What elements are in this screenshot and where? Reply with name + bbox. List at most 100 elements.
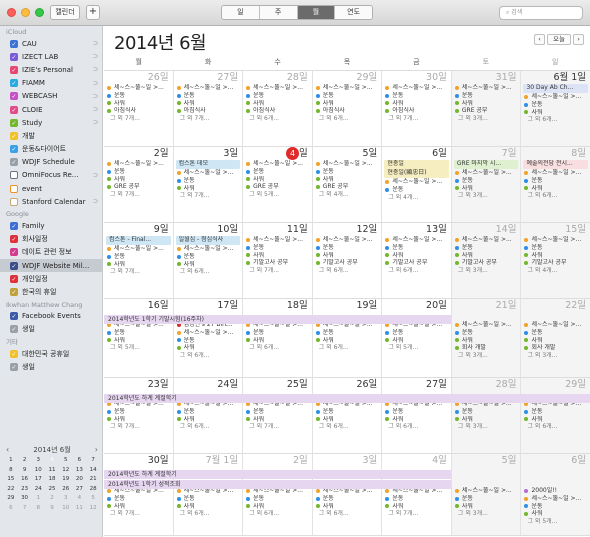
mini-calendar-day[interactable]: 10 <box>31 466 45 476</box>
calendar-event[interactable]: 운동 <box>382 186 451 194</box>
calendar-event[interactable]: 사워 <box>382 416 451 424</box>
calendar-event[interactable]: 사워 <box>452 185 521 193</box>
day-cell[interactable]: 4 일 세~스~뚤~일 >... 운동 사워 GRE 공부 그 외 5개... <box>243 147 313 222</box>
mini-calendar-day[interactable]: 22 <box>4 485 18 495</box>
calendar-event[interactable]: 사워 <box>313 176 382 184</box>
calendar-event[interactable]: 사워 <box>243 176 312 184</box>
calendar-item[interactable]: ✓ 회사일정 <box>0 233 102 246</box>
mini-calendar-day[interactable]: 8 <box>4 466 18 476</box>
calendar-item[interactable]: ✓ Facebook Events <box>0 310 102 323</box>
calendar-checkbox[interactable]: ✓ <box>10 145 18 154</box>
calendar-event[interactable]: 세~스~뚤~일 >... <box>174 329 243 337</box>
calendar-event[interactable]: 세~스~뚤~일 >... <box>174 245 243 253</box>
calendar-event[interactable]: 운동 <box>452 329 521 337</box>
mini-calendar-day[interactable]: 5 <box>86 494 100 504</box>
calendar-event[interactable]: 사워 <box>521 185 590 193</box>
day-cell[interactable]: 3일 컴스톤 데모 세~스~뚤~일 >... 운동 사워 그 외 7개... <box>174 147 244 222</box>
calendar-event[interactable]: 운동 <box>521 177 590 185</box>
more-events-link[interactable]: 그 외 6개... <box>243 115 312 123</box>
calendar-checkbox[interactable]: ✓ <box>10 118 18 127</box>
day-cell[interactable]: 13일 세~스~뚤~일 >... 운동 사워 기말고사 공부 그 외 6개... <box>382 223 452 298</box>
day-cell[interactable]: 15일 세~스~뚤~일 >... 운동 사워 기말고사 공부 그 외 4개... <box>521 223 590 298</box>
calendar-item[interactable]: ✓ 한국의 휴일 <box>0 285 102 298</box>
all-day-event[interactable]: 일월심 - 점심식사 <box>175 236 241 245</box>
all-day-event[interactable]: 30 Day Ab Ch... <box>523 84 589 93</box>
next-month-button[interactable]: › <box>573 34 584 45</box>
more-events-link[interactable]: 그 외 7개... <box>104 115 173 123</box>
calendar-event[interactable]: 사워 <box>521 252 590 260</box>
mini-calendar-day[interactable]: 5 <box>59 456 73 466</box>
more-events-link[interactable]: 그 외 6개... <box>174 423 243 431</box>
more-events-link[interactable]: 그 외 6개... <box>243 510 312 518</box>
calendar-event[interactable]: 사워 <box>313 337 382 345</box>
calendar-event[interactable]: 세~스~뚤~일 >... <box>104 245 173 253</box>
day-cell[interactable]: 23일 세~스~뚤~일 >... 운동 사워 그 외 7개... <box>104 378 174 453</box>
zoom-window-button[interactable] <box>35 8 44 17</box>
day-cell[interactable]: 5일 세~스~뚤~일 >... 운동 사워 그 외 3개... <box>451 454 522 535</box>
calendar-event[interactable]: 사워 <box>174 416 243 424</box>
tab-2[interactable]: 월 <box>297 6 336 19</box>
calendar-event[interactable]: 사워 <box>104 416 173 424</box>
calendar-item[interactable]: ✓ CLOIE ⊃ <box>0 103 102 116</box>
more-events-link[interactable]: 그 외 7개... <box>104 510 173 518</box>
day-cell[interactable]: 21일 세~스~뚤~일 >... 운동 사워 회사 개발 그 외 3개... <box>451 299 522 377</box>
day-cell[interactable]: 28일 세~스~뚤~일 >... 운동 사워 아침식사 그 외 6개... <box>243 71 313 146</box>
calendar-checkbox[interactable]: ✓ <box>10 222 18 231</box>
calendar-event[interactable]: 운동 <box>452 495 521 503</box>
calendar-checkbox[interactable]: ✓ <box>10 65 18 74</box>
mini-calendar-day[interactable]: 16 <box>18 475 32 485</box>
calendar-event[interactable]: 아침식사 <box>174 107 243 115</box>
mini-calendar-day[interactable]: 25 <box>45 485 59 495</box>
minimize-window-button[interactable] <box>21 8 30 17</box>
mini-calendar-day[interactable]: 4 <box>45 456 59 466</box>
mini-calendar-day[interactable]: 29 <box>4 494 18 504</box>
more-events-link[interactable]: 그 외 6개... <box>313 267 382 275</box>
calendar-event[interactable]: 기말고사 공부 <box>382 259 451 267</box>
calendar-event[interactable]: GRE 공부 <box>452 107 521 115</box>
day-cell[interactable]: 3일 세~스~뚤~일 >... 운동 사워 그 외 6개... <box>313 454 383 535</box>
all-day-event[interactable]: 현충일(顯忠日) <box>384 169 449 178</box>
calendar-event[interactable]: 2000일!! <box>521 487 590 495</box>
day-cell[interactable]: 19일 세~스~뚤~일 >... 운동 사워 그 외 6개... <box>313 299 383 377</box>
day-cell[interactable]: 16일 세~스~뚤~일 >... 운동 사워 그 외 5개... <box>104 299 174 377</box>
mini-calendar-day[interactable]: 9 <box>45 504 59 514</box>
mini-calendar-day[interactable]: 3 <box>59 494 73 504</box>
calendar-event[interactable]: 사워 <box>243 337 312 345</box>
more-events-link[interactable]: 그 외 3개... <box>452 267 521 275</box>
more-events-link[interactable]: 그 외 6개... <box>382 267 451 275</box>
calendar-event[interactable]: 사워 <box>243 416 312 424</box>
calendar-event[interactable]: 운동 <box>521 101 590 109</box>
day-cell[interactable]: 6일 현충일 현충일(顯忠日) 세~스~뚤~일 >... 운동 그 외 4개... <box>382 147 452 222</box>
calendar-event[interactable]: 사워 <box>313 503 382 511</box>
more-events-link[interactable]: 그 외 7개... <box>382 510 451 518</box>
calendar-event[interactable]: 운동 <box>382 408 451 416</box>
calendar-event[interactable]: 세~스~뚤~일 >... <box>243 84 312 92</box>
tab-1[interactable]: 주 <box>259 6 298 19</box>
calendar-event[interactable]: 운동 <box>174 253 243 261</box>
day-cell[interactable]: 2일 세~스~뚤~일 >... 운동 사워 그 외 6개... <box>243 454 313 535</box>
calendar-event[interactable]: 운동 <box>104 495 173 503</box>
calendar-event[interactable]: 세~스~뚤~일 >... <box>243 236 312 244</box>
calendar-event[interactable]: 운동 <box>313 408 382 416</box>
calendar-event[interactable]: 운동 <box>452 408 521 416</box>
calendar-event[interactable]: 기말고사 공부 <box>452 259 521 267</box>
calendar-event[interactable]: 사워 <box>521 337 590 345</box>
more-events-link[interactable]: 그 외 5개... <box>104 344 173 352</box>
multi-day-event[interactable]: 2014학년도 하계 계절학기 <box>104 394 590 403</box>
calendar-item[interactable]: ✓ 대한민국 공휴일 <box>0 347 102 360</box>
calendar-event[interactable]: 세~스~뚤~일 >... <box>174 84 243 92</box>
calendar-item[interactable]: ✓ 생일 <box>0 323 102 336</box>
multi-day-event[interactable]: 2014학년도 1학기 기말시험(16주차) <box>104 315 452 324</box>
more-events-link[interactable]: 그 외 6개... <box>174 268 243 276</box>
mini-calendar-day[interactable]: 4 <box>73 494 87 504</box>
calendar-event[interactable]: 사워 <box>174 100 243 108</box>
calendar-item[interactable]: ✓ WEBCASH ⊃ <box>0 90 102 103</box>
more-events-link[interactable]: 그 외 6개... <box>313 344 382 352</box>
all-day-event[interactable]: 컴스톤 - Final... <box>106 236 171 245</box>
mini-calendar-day[interactable]: 13 <box>73 466 87 476</box>
calendar-item[interactable]: ✓ 개인일정 <box>0 272 102 285</box>
calendar-event[interactable]: 세~스~뚤~일 >... <box>521 93 590 101</box>
calendar-event[interactable]: 아침식사 <box>382 107 451 115</box>
mini-next-month-button[interactable]: › <box>95 444 98 456</box>
all-day-event[interactable]: 예술의전당 전시... <box>523 160 589 169</box>
